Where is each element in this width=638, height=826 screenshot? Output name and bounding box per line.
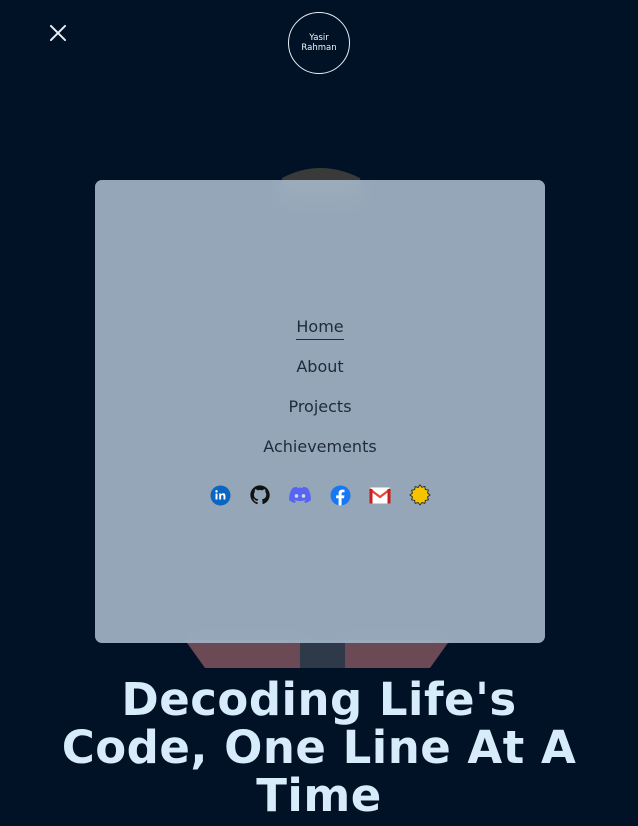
discord-link[interactable]: [289, 484, 311, 506]
discord-icon: [289, 486, 311, 504]
gmail-link[interactable]: [369, 484, 391, 506]
github-icon: [250, 485, 270, 505]
close-menu-button[interactable]: [44, 19, 72, 47]
headline-line: Decoding Life's: [121, 673, 517, 726]
gmail-icon: [369, 487, 391, 503]
logo-last-name: Rahman: [301, 43, 337, 53]
logo-first-name: Yasir: [309, 33, 329, 43]
site-logo[interactable]: Yasir Rahman: [288, 12, 350, 74]
nav-item-label: Projects: [288, 397, 352, 416]
nav-item-achievements[interactable]: Achievements: [95, 437, 545, 459]
github-link[interactable]: [249, 484, 271, 506]
facebook-icon: [330, 485, 350, 505]
social-links: [95, 484, 545, 506]
linkedin-icon: [210, 485, 230, 505]
nav-item-projects[interactable]: Projects: [95, 397, 545, 419]
badge-link[interactable]: [409, 484, 431, 506]
headline-line: Time: [256, 769, 382, 822]
nav-item-label: About: [296, 357, 344, 376]
nav-item-label: Achievements: [263, 437, 377, 456]
navigation-menu-panel: Home About Projects Achievements: [95, 180, 545, 643]
linkedin-link[interactable]: [209, 484, 231, 506]
headline-line: Code, One Line At A: [61, 721, 577, 774]
nav-item-home[interactable]: Home: [95, 317, 545, 340]
nav-item-about[interactable]: About: [95, 357, 545, 379]
nav-item-label: Home: [296, 317, 344, 340]
facebook-link[interactable]: [329, 484, 351, 506]
hero-headline: Decoding Life's Code, One Line At A Time: [0, 676, 638, 820]
badge-icon: [409, 484, 431, 506]
